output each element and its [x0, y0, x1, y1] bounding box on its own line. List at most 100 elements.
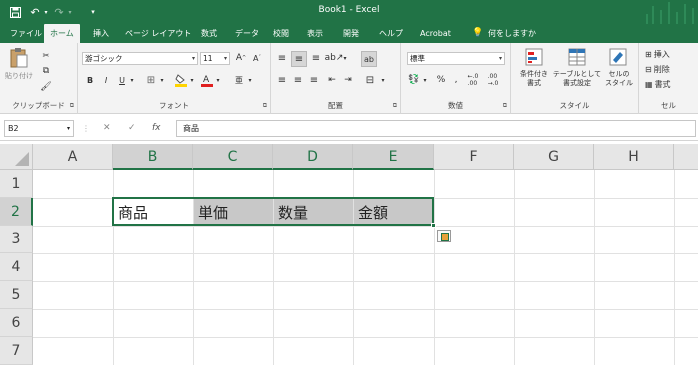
column-header-c[interactable]: C — [193, 144, 273, 170]
italic-icon[interactable]: I — [100, 73, 112, 87]
borders-dropdown-icon[interactable]: ▾ — [158, 73, 166, 87]
copy-icon[interactable]: ⧉ — [40, 65, 52, 77]
column-header-a[interactable]: A — [33, 144, 113, 170]
cut-icon[interactable]: ✂ — [40, 49, 52, 61]
align-left-icon[interactable]: ≡ — [275, 73, 289, 87]
accounting-dropdown-icon[interactable]: ▾ — [421, 73, 429, 87]
align-bottom-icon[interactable]: ≡ — [309, 51, 323, 65]
row-header-3[interactable]: 3 — [0, 226, 33, 253]
tab-formulas[interactable]: 数式 — [199, 24, 219, 43]
row-header-2[interactable]: 2 — [0, 198, 33, 226]
fill-handle[interactable] — [431, 223, 436, 228]
select-all-button[interactable] — [0, 144, 33, 170]
tab-home[interactable]: ホーム — [44, 24, 80, 43]
insert-cells-button[interactable]: ⊞ 挿入 — [645, 48, 695, 60]
tell-me-search[interactable]: 何をしますか — [486, 24, 538, 43]
paste-button[interactable]: 貼り付け — [2, 71, 36, 81]
row-header-5[interactable]: 5 — [0, 281, 33, 309]
increase-indent-icon[interactable]: ⇥ — [341, 73, 355, 87]
font-color-dropdown-icon[interactable]: ▾ — [214, 73, 222, 87]
column-header-e[interactable]: E — [353, 144, 434, 170]
chevron-down-icon: ▾ — [66, 125, 70, 132]
clipboard-group: 貼り付け ✂ ⧉ 🖌 クリップボード ⧉ — [0, 43, 78, 114]
font-size-select[interactable]: 11 ▾ — [200, 52, 230, 65]
clipboard-launcher-icon[interactable]: ⧉ — [70, 102, 74, 110]
column-header-g[interactable]: G — [514, 144, 594, 170]
tab-data[interactable]: データ — [233, 24, 261, 43]
align-middle-icon[interactable]: ≡ — [291, 51, 307, 67]
name-box[interactable]: B2 ▾ — [4, 120, 74, 137]
tab-page-layout[interactable]: ページ レイアウト — [123, 24, 193, 43]
merge-dropdown-icon[interactable]: ▾ — [379, 73, 387, 87]
wrap-text-icon[interactable]: ab — [361, 51, 377, 67]
borders-icon[interactable]: ⊞ — [144, 73, 158, 87]
alignment-launcher-icon[interactable]: ⧉ — [393, 102, 397, 110]
tab-file[interactable]: ファイル — [8, 24, 44, 43]
row-header-1[interactable]: 1 — [0, 170, 33, 198]
column-header-i[interactable] — [674, 144, 698, 170]
fill-color-dropdown-icon[interactable]: ▾ — [188, 73, 196, 87]
cancel-icon[interactable]: ✕ — [103, 120, 111, 137]
phonetic-guide-icon[interactable]: 亜 — [232, 73, 246, 87]
insert-label: 挿入 — [653, 49, 670, 59]
format-cells-button[interactable]: ▦ 書式 — [645, 78, 695, 90]
gridline — [514, 170, 515, 365]
tab-help[interactable]: ヘルプ — [377, 24, 405, 43]
accounting-format-icon[interactable]: 💱 — [407, 73, 421, 87]
tab-acrobat[interactable]: Acrobat — [418, 24, 453, 43]
quick-analysis-icon[interactable] — [437, 230, 451, 242]
format-as-table-icon[interactable] — [566, 47, 588, 67]
orientation-icon[interactable]: ab↗ — [325, 51, 344, 65]
row-header-4[interactable]: 4 — [0, 253, 33, 281]
decrease-font-icon[interactable]: Aˇ — [250, 51, 264, 65]
tab-insert[interactable]: 挿入 — [91, 24, 111, 43]
row-header-7[interactable]: 7 — [0, 337, 33, 365]
column-header-f[interactable]: F — [434, 144, 514, 170]
font-color-icon[interactable]: A — [200, 73, 214, 87]
delete-cells-button[interactable]: ⊟ 削除 — [645, 63, 695, 75]
title-bar: ↶ ▾ ↷ ▾ ▾ Book1 - Excel — [0, 0, 698, 24]
format-as-table-button[interactable]: テーブルとして 書式設定 — [551, 69, 603, 89]
merge-center-icon[interactable]: ⊟ — [363, 73, 377, 87]
column-header-b[interactable]: B — [113, 144, 193, 170]
conditional-formatting-icon[interactable] — [523, 47, 545, 67]
fill-color-icon[interactable] — [174, 73, 188, 87]
orientation-dropdown-icon[interactable]: ▾ — [341, 51, 349, 65]
cell-styles-button[interactable]: セルの スタイル — [603, 69, 635, 89]
enter-icon[interactable]: ✓ — [128, 120, 136, 137]
align-center-icon[interactable]: ≡ — [291, 73, 305, 87]
increase-font-icon[interactable]: A ^ — [234, 51, 248, 65]
number-format-select[interactable]: 標準 ▾ — [407, 52, 505, 65]
font-name-select[interactable]: 游ゴシック ▾ — [82, 52, 198, 65]
paste-icon[interactable] — [6, 47, 32, 69]
insert-function-icon[interactable]: fx — [152, 120, 161, 137]
align-right-icon[interactable]: ≡ — [307, 73, 321, 87]
percent-style-icon[interactable]: % — [435, 73, 447, 87]
font-size-value: 11 — [203, 54, 213, 63]
tab-view[interactable]: 表示 — [305, 24, 325, 43]
decrease-indent-icon[interactable]: ⇤ — [325, 73, 339, 87]
alignment-group: ≡ ≡ ≡ ab↗ ▾ ab ≡ ≡ ≡ ⇤ ⇥ ⊟ ▾ 配置 ⧉ — [271, 43, 401, 114]
conditional-formatting-button[interactable]: 条件付き 書式 — [513, 69, 555, 89]
underline-dropdown-icon[interactable]: ▾ — [128, 73, 136, 87]
format-painter-icon[interactable]: 🖌 — [40, 81, 52, 93]
row-header-6[interactable]: 6 — [0, 309, 33, 337]
select-all-icon — [15, 152, 29, 166]
font-launcher-icon[interactable]: ⧉ — [263, 102, 267, 110]
bold-icon[interactable]: B — [84, 73, 96, 87]
gridline — [33, 337, 698, 338]
more-options-icon: ⋮ — [82, 124, 90, 133]
formula-input[interactable]: 商品 — [176, 120, 696, 137]
align-top-icon[interactable]: ≡ — [275, 51, 289, 65]
cell-styles-icon[interactable] — [607, 47, 629, 67]
comma-style-icon[interactable]: , — [451, 73, 461, 87]
underline-icon[interactable]: U — [116, 73, 128, 87]
phonetic-dropdown-icon[interactable]: ▾ — [246, 73, 254, 87]
decrease-decimal-icon[interactable]: .00 →.0 — [485, 73, 501, 87]
tab-developer[interactable]: 開発 — [341, 24, 361, 43]
number-launcher-icon[interactable]: ⧉ — [503, 102, 507, 110]
column-header-d[interactable]: D — [273, 144, 353, 170]
increase-decimal-icon[interactable]: ←.0.00 — [465, 73, 481, 87]
tab-review[interactable]: 校閲 — [271, 24, 291, 43]
column-header-h[interactable]: H — [594, 144, 674, 170]
